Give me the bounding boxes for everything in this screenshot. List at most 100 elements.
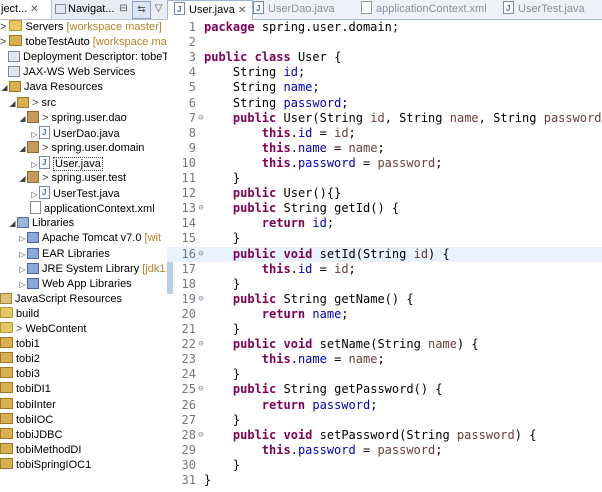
code-line[interactable]: 8 this.id = id;: [167, 126, 602, 141]
code-line[interactable]: 22 ⊖ public void setName(String name) {: [167, 337, 602, 352]
tree-item-userdao-java[interactable]: ▷ UserDao.java: [30, 125, 120, 142]
code-line[interactable]: 20 return name;: [167, 307, 602, 322]
tree-item-tobetestauto[interactable]: > tobeTestAuto [workspace master: [0, 35, 167, 50]
code-line[interactable]: 4 String id;: [167, 65, 602, 80]
tree-item-jaxws[interactable]: JAX-WS Web Services: [8, 65, 135, 80]
code-line[interactable]: 23 this.name = name;: [167, 352, 602, 367]
tree-item-package-dao[interactable]: ◢ > spring.user.dao: [18, 110, 127, 126]
code-line[interactable]: 31}: [167, 473, 602, 488]
code-line[interactable]: 6 String password;: [167, 96, 602, 111]
expanded-arrow-icon[interactable]: ◢: [8, 216, 17, 231]
expanded-arrow-icon[interactable]: ◢: [18, 141, 27, 156]
code-token: ,: [384, 110, 392, 125]
code-token: String: [283, 291, 327, 306]
tree-item-usertest-java[interactable]: ▷ UserTest.java: [30, 185, 119, 202]
close-icon[interactable]: ✕: [30, 4, 38, 15]
code-line[interactable]: 21 }: [167, 322, 602, 337]
tree-item-webapp-libraries[interactable]: ▷ Web App Libraries: [18, 277, 132, 292]
editor-tab-applicationcontext-xml[interactable]: applicationContext.xml: [355, 0, 499, 19]
editor-tab-usertest-java[interactable]: UserTest.java: [497, 0, 602, 19]
code-line[interactable]: 30 }: [167, 458, 602, 473]
editor-tab-userdao-java[interactable]: UserDao.java: [247, 0, 357, 19]
expanded-arrow-icon[interactable]: ◢: [0, 80, 9, 95]
tree-item-applicationcontext-xml[interactable]: applicationContext.xml: [30, 201, 155, 216]
tree-item-tobiioc[interactable]: tobiIOC: [0, 412, 53, 428]
tree-item-servers[interactable]: > Servers [workspace master]: [0, 20, 162, 35]
tree-item-deployment-descriptor[interactable]: Deployment Descriptor: tobeTes: [8, 50, 167, 65]
tree-item-tobi1[interactable]: tobi1: [0, 337, 40, 352]
java-file-icon: [253, 0, 264, 18]
tree-item-tobimethoddi[interactable]: tobiMethodDI: [0, 442, 81, 458]
project-icon: [0, 337, 13, 349]
tree-item-src[interactable]: ◢ > src: [8, 96, 56, 111]
tree-item-package-domain[interactable]: ◢ > spring.user.domain: [18, 140, 144, 156]
tree-item-tobispringioc1[interactable]: tobiSpringIOC1: [0, 457, 91, 473]
code-line[interactable]: 11 }: [167, 171, 602, 186]
tree-item-ear-libraries[interactable]: ▷ EAR Libraries: [18, 247, 110, 262]
code-line[interactable]: 19 ⊖ public String getName() {: [167, 292, 602, 307]
collapsed-arrow-icon[interactable]: ▷: [18, 262, 27, 277]
tree-item-tobiinter[interactable]: tobiInter: [0, 397, 56, 413]
code-text: public void setId(String id) {: [204, 247, 450, 262]
line-number: 6: [188, 95, 196, 110]
tree-item-build[interactable]: build: [0, 306, 39, 322]
expanded-arrow-icon[interactable]: ◢: [18, 111, 27, 126]
tree-item-tobi2[interactable]: tobi2: [0, 352, 40, 367]
tree-item-java-resources[interactable]: ◢ Java Resources: [0, 80, 103, 95]
tab-project-explorer[interactable]: ject... ✕: [0, 0, 52, 19]
close-tab-icon[interactable]: ✕: [238, 5, 246, 16]
tree-item-tobidi1[interactable]: tobiDI1: [0, 382, 51, 397]
code-line[interactable]: 2: [167, 35, 602, 50]
tree-item-label: UserDao.java: [53, 127, 120, 140]
tree-item-tobi3[interactable]: tobi3: [0, 367, 40, 382]
expanded-arrow-icon[interactable]: ◢: [8, 96, 17, 111]
code-text: }: [204, 413, 240, 428]
tree-item-javascript-resources[interactable]: JavaScript Resources: [0, 292, 122, 307]
view-menu-icon[interactable]: ▽: [150, 1, 167, 17]
code-line[interactable]: 14 return id;: [167, 216, 602, 231]
code-line[interactable]: 12 public User(){}: [167, 186, 602, 201]
tree-item-package-test[interactable]: ◢ > spring.user.test: [18, 171, 126, 186]
tab-navigator[interactable]: Navigat...: [51, 0, 115, 19]
code-line[interactable]: 5 String name;: [167, 80, 602, 95]
collapsed-arrow-icon[interactable]: ▷: [18, 247, 27, 262]
collapsed-arrow-icon[interactable]: ▷: [30, 157, 39, 172]
code-line[interactable]: 15 }: [167, 231, 602, 246]
collapsed-arrow-icon[interactable]: ▷: [30, 127, 39, 142]
tree-item-jre[interactable]: ▷ JRE System Library [jdk1.: [18, 262, 167, 277]
code-line[interactable]: 7 ⊖ public User(String id, String name, S…: [167, 111, 602, 126]
collapse-all-icon[interactable]: ⊟: [115, 1, 132, 17]
link-editor-icon[interactable]: ⇆: [132, 1, 151, 19]
code-line[interactable]: 17 this.id = id;: [167, 262, 602, 277]
code-line[interactable]: 29 this.password = password;: [167, 443, 602, 458]
code-token: String: [493, 110, 537, 125]
expanded-arrow-icon[interactable]: ◢: [18, 171, 27, 186]
code-line[interactable]: 13 ⊖ public String getId() {: [167, 201, 602, 216]
collapsed-arrow-icon[interactable]: ▷: [18, 277, 27, 292]
code-line[interactable]: 24 }: [167, 367, 602, 382]
collapsed-arrow-icon[interactable]: ▷: [30, 187, 39, 202]
editor-tab-user-java[interactable]: User.java✕: [167, 0, 253, 20]
code-line[interactable]: 25 ⊖ public String getPassword() {: [167, 382, 602, 397]
code-line[interactable]: 9 this.name = name;: [167, 141, 602, 156]
code-token: name: [449, 110, 479, 125]
tree-item-webcontent[interactable]: > WebContent: [0, 322, 86, 337]
code-text: }: [204, 171, 240, 186]
tree-item-libraries[interactable]: ◢ Libraries: [8, 216, 74, 231]
code-line[interactable]: 10 this.password = password;: [167, 156, 602, 171]
tree-item-tomcat[interactable]: ▷ Apache Tomcat v7.0 [wit: [18, 231, 161, 246]
collapsed-arrow-icon[interactable]: ▷: [18, 231, 27, 246]
code-line[interactable]: 3 public class User {: [167, 50, 602, 65]
tree-item-tobijdbc[interactable]: tobiJDBC: [0, 427, 62, 443]
tree-item-user-java[interactable]: ▷ User.java: [30, 155, 103, 172]
code-line[interactable]: 26 return password;: [167, 398, 602, 413]
code-line[interactable]: 1 package spring.user.domain;: [167, 20, 602, 35]
code-line[interactable]: 28 ⊖ public void setPassword(String passw…: [167, 428, 602, 443]
code-line[interactable]: 18 }: [167, 277, 602, 292]
code-line[interactable]: 16 ⊖ public void setId(String id) {: [167, 246, 602, 262]
code-line[interactable]: 27 }: [167, 413, 602, 428]
